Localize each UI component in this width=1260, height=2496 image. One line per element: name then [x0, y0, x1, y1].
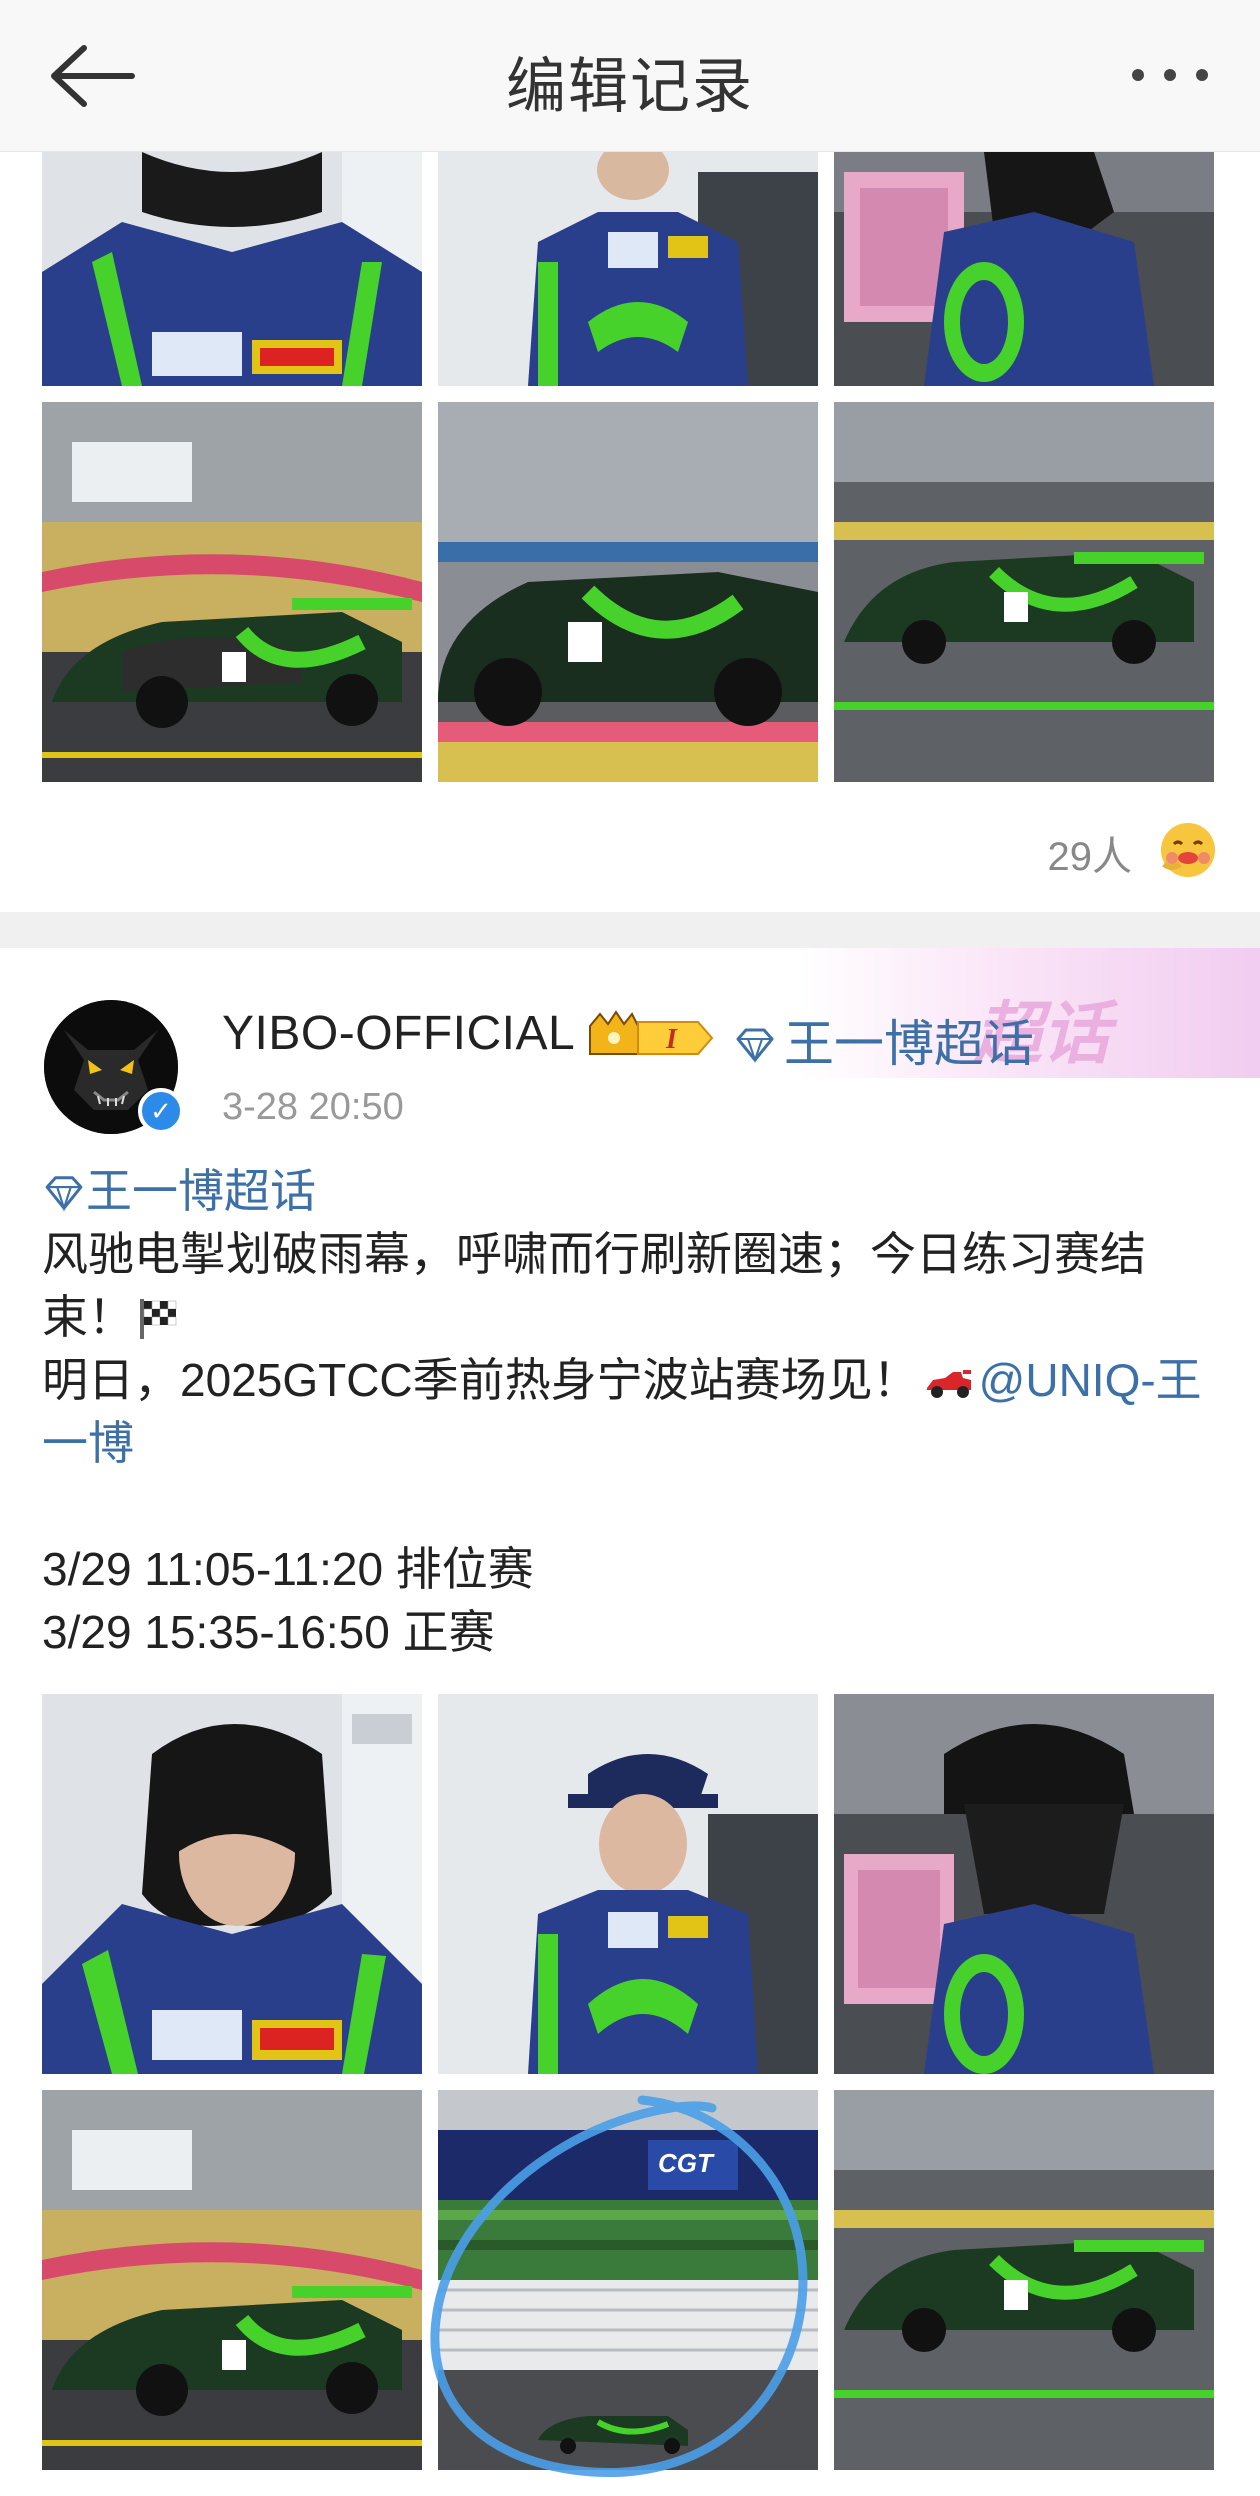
photo-thumbnail[interactable]	[834, 152, 1214, 386]
diamond-icon	[736, 1028, 774, 1063]
post-header: 超话 ✓ YIBO-OFFICIAL I 王一博超话 3-28 20:50	[0, 948, 1260, 1148]
checkered-flag-icon	[140, 1299, 177, 1339]
super-topic-label: 王一博超话	[784, 1016, 1034, 1072]
photo-thumbnail[interactable]	[42, 2090, 422, 2470]
hugging-face-emoji-icon[interactable]	[1158, 820, 1218, 880]
post-text-line: 风驰电掣划破雨幕，呼啸而行刷新圈速；今日练习赛结束！	[42, 1228, 1146, 1343]
super-topic-link[interactable]: 王一博超话	[734, 1004, 1034, 1076]
post-text: 王一博超话 风驰电掣划破雨幕，呼啸而行刷新圈速；今日练习赛结束！ 明日，2025…	[42, 1160, 1232, 1664]
likes-count[interactable]: 29人	[1048, 824, 1133, 882]
top-navigation-bar: 编辑记录	[0, 0, 1260, 152]
schedule-line: 3/29 15:35-16:50 正赛	[42, 1606, 495, 1658]
author-name[interactable]: YIBO-OFFICIAL	[222, 1006, 575, 1061]
diamond-icon	[45, 1176, 83, 1212]
post-footer: 29人	[0, 800, 1260, 910]
photo-thumbnail[interactable]	[834, 2090, 1214, 2470]
photo-thumbnail[interactable]	[42, 152, 422, 386]
svg-text:I: I	[665, 1024, 678, 1055]
topic-tag-link[interactable]: 王一博超话	[42, 1165, 316, 1217]
photo-thumbnail[interactable]	[834, 402, 1214, 782]
race-car-icon	[926, 1370, 971, 1398]
photo-thumbnail[interactable]	[438, 402, 818, 782]
photo-thumbnail[interactable]	[438, 152, 818, 386]
photo-thumbnail[interactable]	[42, 402, 422, 782]
post-timestamp: 3-28 20:50	[222, 1086, 404, 1128]
crown-level-badge-icon[interactable]: I	[586, 1008, 716, 1064]
schedule-line: 3/29 11:05-11:20 排位赛	[42, 1543, 534, 1595]
verified-icon: ✓	[138, 1088, 184, 1134]
topic-tag-label: 王一博超话	[86, 1165, 316, 1217]
photo-thumbnail[interactable]	[438, 1694, 818, 2074]
photo-thumbnail[interactable]	[834, 1694, 1214, 2074]
post-divider	[0, 912, 1260, 948]
svg-text:CGT: CGT	[658, 2148, 715, 2178]
photo-thumbnail[interactable]: CGT	[438, 2090, 818, 2470]
page-title: 编辑记录	[506, 53, 754, 120]
photo-thumbnail[interactable]	[42, 1694, 422, 2074]
more-horizontal-icon	[1132, 69, 1208, 81]
more-options-button[interactable]	[1120, 50, 1220, 100]
post-text-line: 明日，2025GTCC季前热身宁波站赛场见！	[42, 1354, 919, 1406]
